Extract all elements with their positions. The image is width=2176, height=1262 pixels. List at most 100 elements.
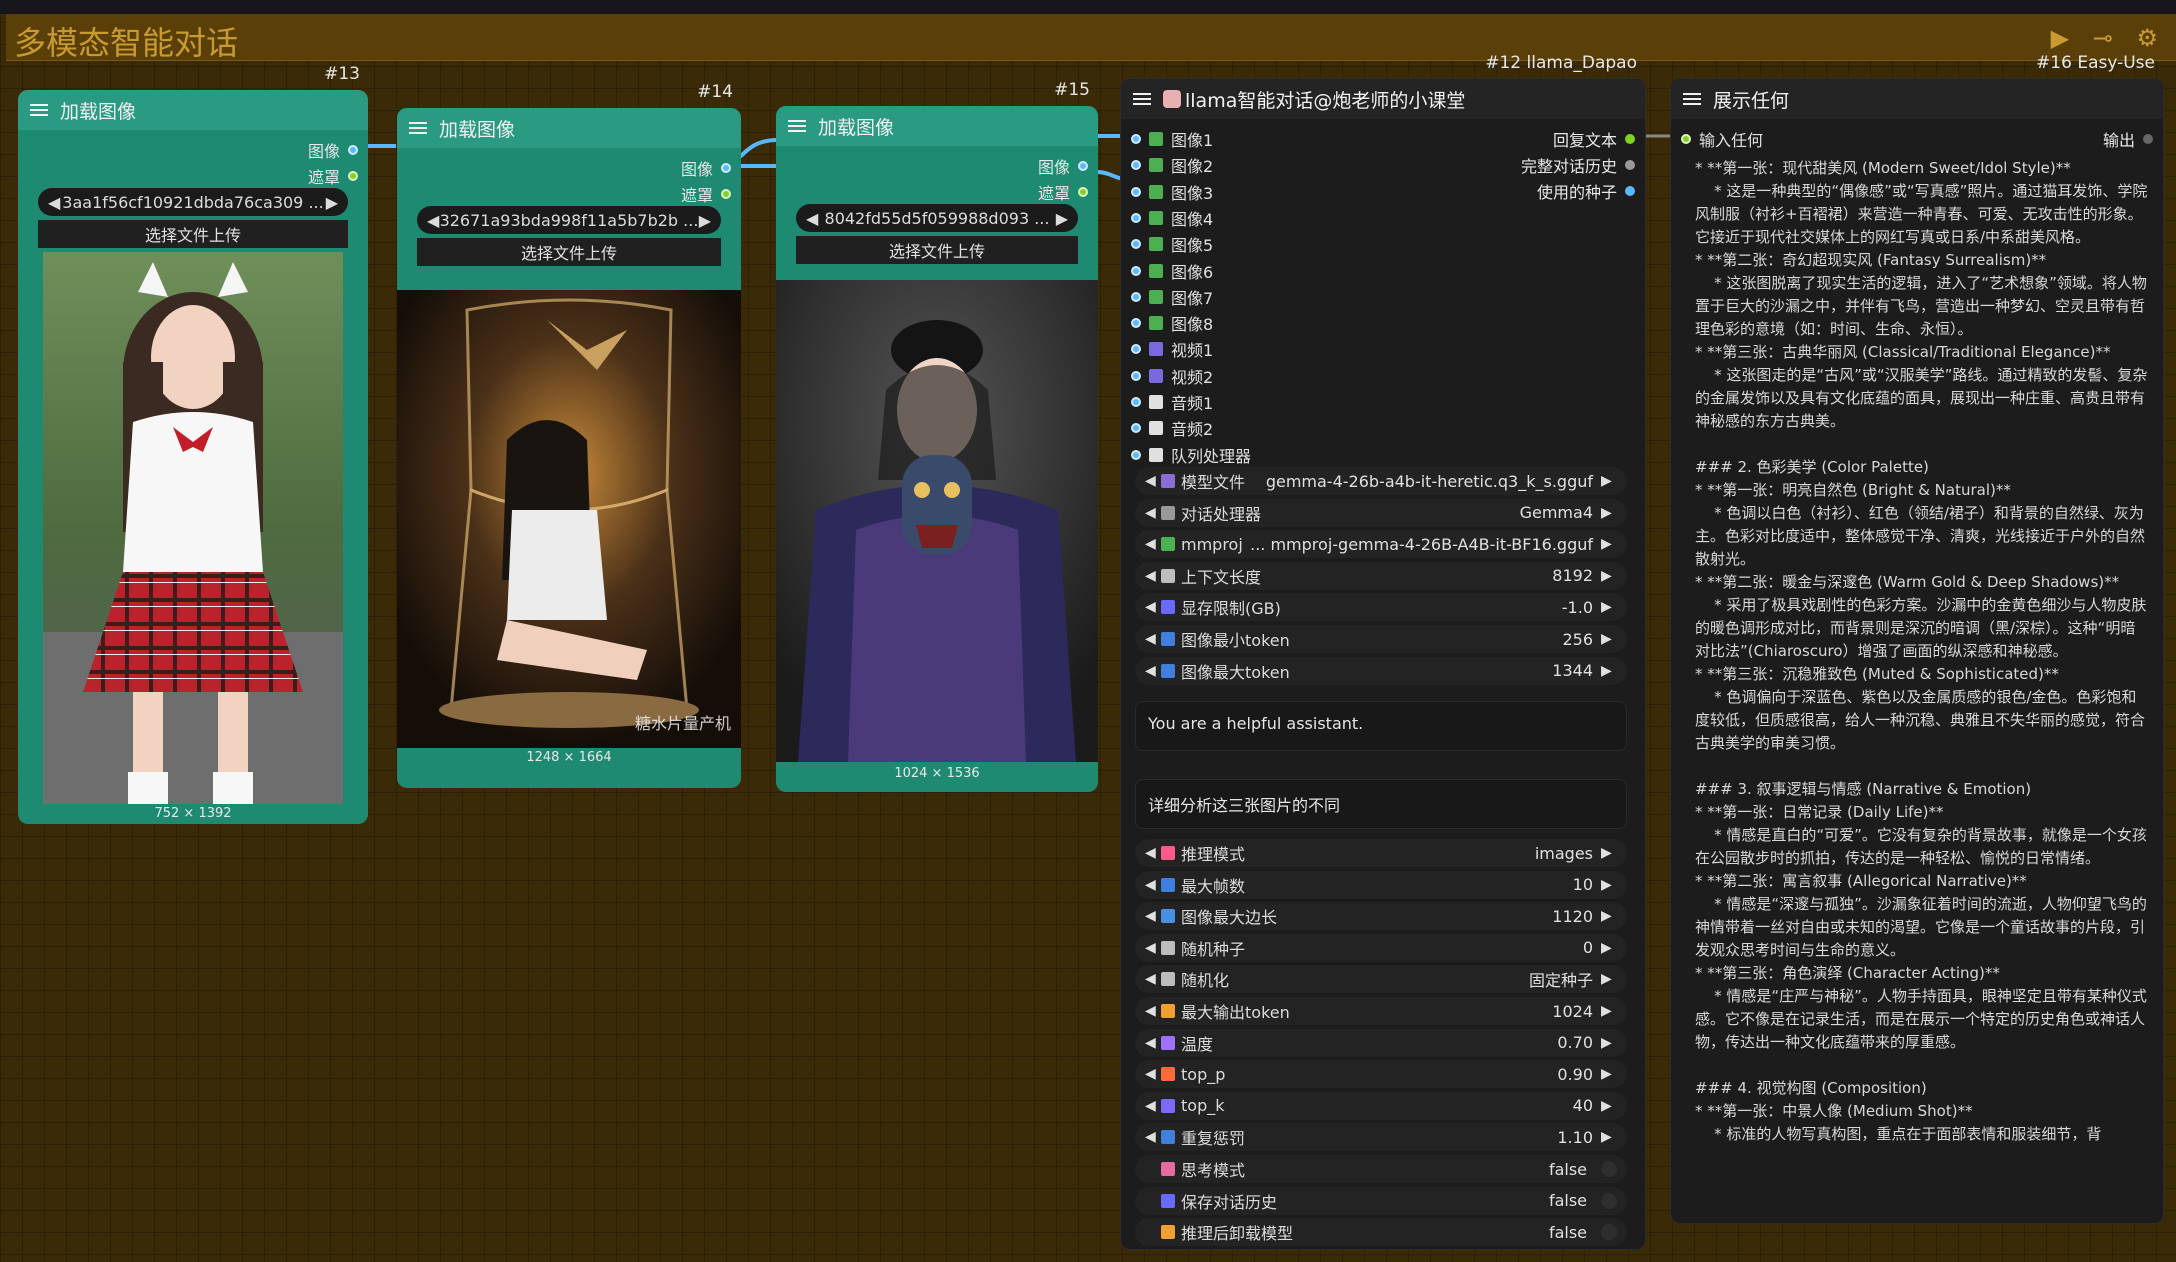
increment-arrow-icon[interactable]: ▶	[1601, 845, 1617, 861]
output-dot[interactable]	[348, 171, 358, 181]
input-slot[interactable]: 视频2	[1131, 364, 1213, 388]
input-dot[interactable]	[1131, 397, 1141, 407]
input-dot[interactable]	[1131, 370, 1141, 381]
toggle-2[interactable]: 推理后卸载模型 false	[1135, 1218, 1627, 1247]
prev-arrow-icon[interactable]: ◀	[48, 193, 60, 212]
input-dot[interactable]	[1131, 423, 1141, 434]
output-dot[interactable]	[348, 145, 358, 155]
input-dot[interactable]	[1131, 160, 1141, 171]
increment-arrow-icon[interactable]: ▶	[1601, 631, 1617, 647]
file-select[interactable]: ◀ 3aa1f56cf10921dbda76ca309 ... ▶	[38, 188, 348, 216]
increment-arrow-icon[interactable]: ▶	[1601, 908, 1617, 924]
decrement-arrow-icon[interactable]: ◀	[1145, 940, 1161, 956]
increment-arrow-icon[interactable]: ▶	[1601, 940, 1617, 956]
output-mask[interactable]: 遮罩	[1038, 180, 1088, 204]
display-any-node[interactable]: #16 Easy-Use 展示任何 输入任何 输出 * **第一张：现代甜美风 …	[1670, 53, 2164, 1224]
decrement-arrow-icon[interactable]: ◀	[1145, 1129, 1161, 1145]
decrement-arrow-icon[interactable]: ◀	[1145, 845, 1161, 861]
decrement-arrow-icon[interactable]: ◀	[1145, 908, 1161, 924]
input-dot[interactable]	[1131, 186, 1141, 197]
node-header[interactable]: 加载图像	[18, 90, 368, 130]
output-dot[interactable]	[721, 189, 731, 199]
increment-arrow-icon[interactable]: ▶	[1601, 663, 1617, 679]
input-slot[interactable]: 图像2	[1131, 153, 1213, 177]
output-slot[interactable]: 使用的种子	[1537, 179, 1635, 203]
input-slot[interactable]: 音频1	[1131, 390, 1213, 414]
input-slot[interactable]: 音频2	[1131, 416, 1213, 440]
widget-8[interactable]: ◀ top_k 40 ▶	[1135, 1091, 1627, 1120]
widget-7[interactable]: ◀ top_p 0.90 ▶	[1135, 1060, 1627, 1089]
widget-4[interactable]: ◀ 随机化 固定种子 ▶	[1135, 965, 1627, 994]
input-slot[interactable]: 图像7	[1131, 285, 1213, 309]
input-any[interactable]: 输入任何	[1681, 127, 1763, 151]
input-dot[interactable]	[1131, 344, 1141, 355]
load-image-node-14[interactable]: #14 加载图像 图像 遮罩 ◀ 32671a93bda998f11a5b7b2…	[397, 82, 741, 788]
output-dot[interactable]	[1625, 160, 1635, 170]
input-dot[interactable]	[1131, 239, 1141, 250]
node-header[interactable]: llama智能对话@炮老师的小课堂	[1121, 79, 1645, 119]
decrement-arrow-icon[interactable]: ◀	[1145, 877, 1161, 893]
widget-1[interactable]: ◀ 最大帧数 10 ▶	[1135, 870, 1627, 899]
decrement-arrow-icon[interactable]: ◀	[1145, 536, 1161, 552]
input-slot[interactable]: 图像8	[1131, 311, 1213, 335]
output-dot[interactable]	[721, 163, 731, 173]
output-slot[interactable]: 回复文本	[1553, 127, 1635, 151]
menu-icon[interactable]	[30, 104, 48, 116]
increment-arrow-icon[interactable]: ▶	[1601, 536, 1617, 552]
file-select[interactable]: ◀ 32671a93bda998f11a5b7b2b ... ▶	[417, 206, 721, 234]
output-dot[interactable]	[1625, 134, 1635, 144]
input-slot[interactable]: 图像4	[1131, 206, 1213, 230]
load-image-node-13[interactable]: #13 加载图像 图像 遮罩 ◀ 3aa1f56cf10921dbda76ca3…	[18, 64, 368, 824]
node-header[interactable]: 展示任何	[1671, 79, 2163, 119]
prev-arrow-icon[interactable]: ◀	[427, 211, 439, 230]
input-slot[interactable]: 图像3	[1131, 180, 1213, 204]
widget-0[interactable]: ◀ 模型文件 gemma-4-26b-a4b-it-heretic.q3_k_s…	[1135, 467, 1627, 495]
upload-button[interactable]: 选择文件上传	[796, 236, 1078, 264]
prev-arrow-icon[interactable]: ◀	[806, 209, 818, 228]
output-dot[interactable]	[1625, 186, 1635, 196]
decrement-arrow-icon[interactable]: ◀	[1145, 473, 1161, 489]
input-dot[interactable]	[1131, 318, 1141, 329]
output-slot[interactable]: 完整对话历史	[1521, 153, 1635, 177]
load-image-node-15[interactable]: #15 加载图像 图像 遮罩 ◀ 8042fd55d5f059988d093 .…	[776, 80, 1098, 792]
input-dot[interactable]	[1131, 265, 1141, 276]
output-image[interactable]: 图像	[681, 156, 731, 180]
decrement-arrow-icon[interactable]: ◀	[1145, 1035, 1161, 1051]
next-arrow-icon[interactable]: ▶	[699, 211, 711, 230]
increment-arrow-icon[interactable]: ▶	[1601, 473, 1617, 489]
input-slot[interactable]: 图像1	[1131, 127, 1213, 151]
widget-3[interactable]: ◀ 上下文长度 8192 ▶	[1135, 561, 1627, 590]
input-slot[interactable]: 视频1	[1131, 337, 1213, 361]
output-dot[interactable]	[1078, 161, 1088, 171]
increment-arrow-icon[interactable]: ▶	[1601, 877, 1617, 893]
menu-icon[interactable]	[1683, 93, 1701, 105]
user-prompt[interactable]: 详细分析这三张图片的不同	[1135, 779, 1627, 829]
decrement-arrow-icon[interactable]: ◀	[1145, 663, 1161, 679]
increment-arrow-icon[interactable]: ▶	[1601, 505, 1617, 521]
system-prompt[interactable]: You are a helpful assistant.	[1135, 701, 1627, 751]
input-slot[interactable]: 图像5	[1131, 232, 1213, 256]
input-dot[interactable]	[1131, 212, 1141, 223]
output-mask[interactable]: 遮罩	[681, 182, 731, 206]
decrement-arrow-icon[interactable]: ◀	[1145, 631, 1161, 647]
increment-arrow-icon[interactable]: ▶	[1601, 1129, 1617, 1145]
menu-icon[interactable]	[409, 122, 427, 134]
increment-arrow-icon[interactable]: ▶	[1601, 599, 1617, 615]
upload-button[interactable]: 选择文件上传	[38, 220, 348, 248]
widget-2[interactable]: ◀ 图像最大边长 1120 ▶	[1135, 902, 1627, 931]
next-arrow-icon[interactable]: ▶	[1056, 209, 1068, 228]
output-dot[interactable]	[1078, 187, 1088, 197]
output-any[interactable]: 输出	[2103, 127, 2153, 151]
input-dot[interactable]	[1131, 291, 1141, 302]
toggle-1[interactable]: 保存对话历史 false	[1135, 1186, 1627, 1215]
increment-arrow-icon[interactable]: ▶	[1601, 1035, 1617, 1051]
widget-5[interactable]: ◀ 最大输出token 1024 ▶	[1135, 997, 1627, 1025]
decrement-arrow-icon[interactable]: ◀	[1145, 505, 1161, 521]
output-image[interactable]: 图像	[1038, 154, 1088, 178]
toggle-knob[interactable]	[1601, 1161, 1617, 1177]
menu-icon[interactable]	[1133, 93, 1151, 105]
widget-0[interactable]: ◀ 推理模式 images ▶	[1135, 839, 1627, 867]
output-dot[interactable]	[2143, 134, 2153, 144]
increment-arrow-icon[interactable]: ▶	[1601, 568, 1617, 584]
input-slot[interactable]: 图像6	[1131, 259, 1213, 283]
